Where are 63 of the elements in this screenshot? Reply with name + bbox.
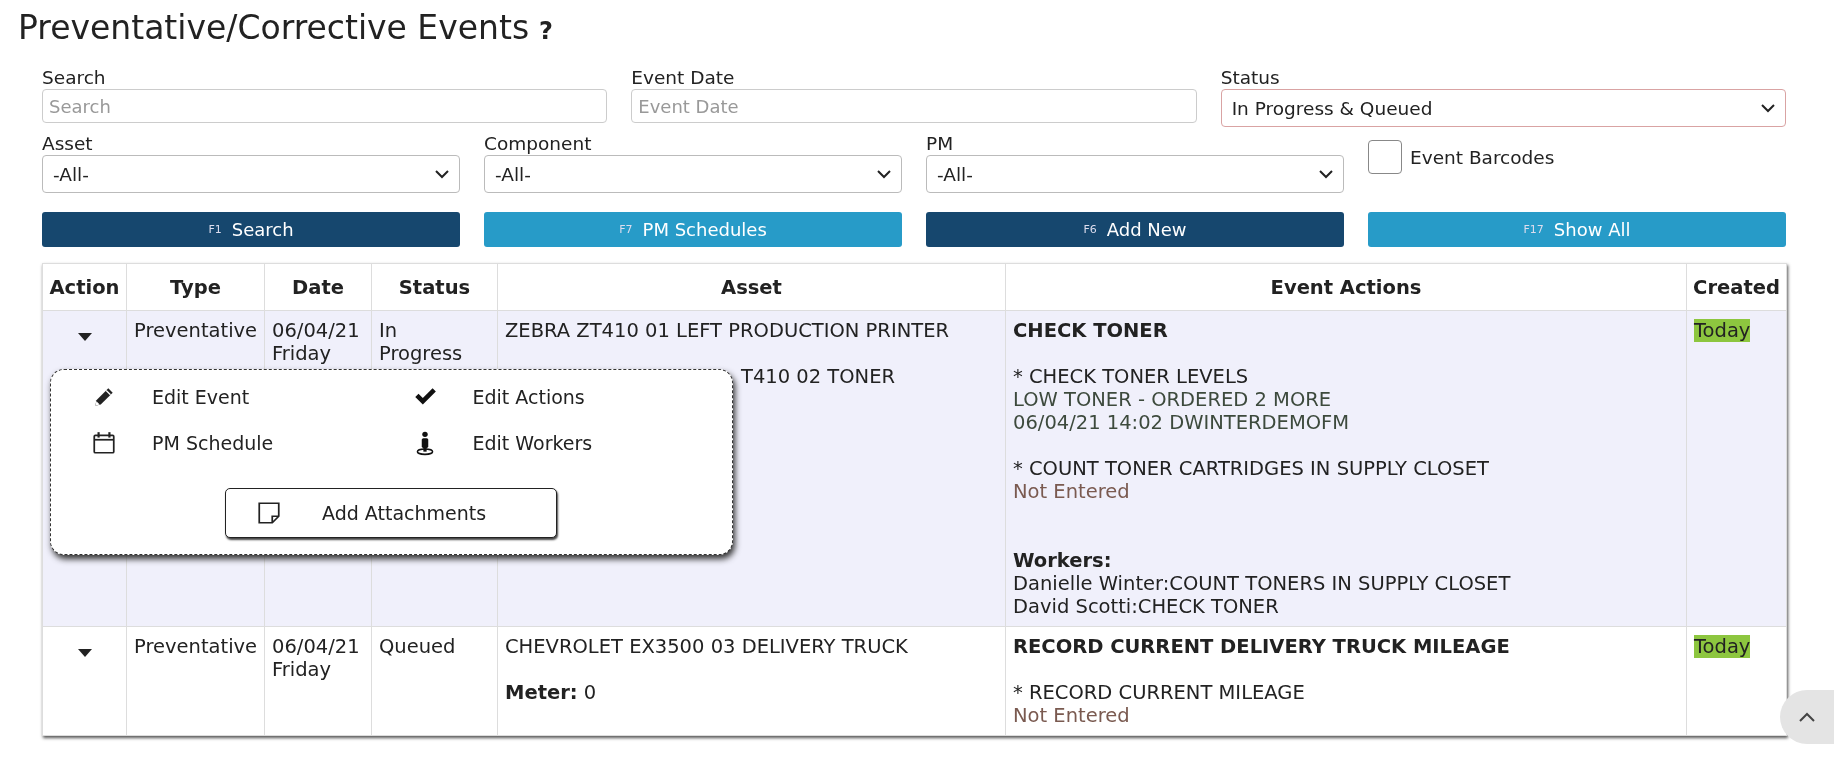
caret-icon[interactable]: [77, 333, 92, 341]
search-field[interactable]: Search: [42, 89, 608, 123]
table-cell-text: T410 02 TONER: [740, 365, 897, 388]
note-icon: [256, 500, 282, 526]
table-cell: Preventative: [134, 635, 257, 658]
event-title: CHECK TONER: [1013, 319, 1169, 342]
checkbox-label: Event Barcodes: [1410, 146, 1555, 168]
help-icon[interactable]: ?: [539, 17, 554, 45]
field-label: Asset: [42, 132, 93, 155]
scroll-top-button[interactable]: [1780, 690, 1834, 744]
field-label: Search: [42, 66, 106, 89]
column-header: Status: [371, 263, 498, 311]
chevron-up-icon: [1799, 712, 1815, 722]
chevron-down-icon: [1761, 103, 1775, 113]
workers-label: Workers:: [1013, 549, 1113, 572]
worker-entry: David Scotti:CHECK TONER: [1013, 595, 1280, 618]
event-title: RECORD CURRENT DELIVERY TRUCK MILEAGE: [1013, 635, 1511, 658]
table-cell-text: ZEBRA ZT410 01 LEFT PRODUCTION PRINTER: [505, 319, 950, 342]
attachments-button[interactable]: Add Attachments: [225, 488, 557, 538]
column-header: Asset: [497, 263, 1006, 311]
column-header: Action: [42, 263, 127, 311]
table-cell-text: 06/04/21: [272, 635, 361, 658]
dropdown[interactable]: -All-: [42, 155, 460, 193]
field-label: Component: [484, 132, 592, 155]
field-label: Event Date: [631, 66, 735, 89]
action-note: LOW TONER - ORDERED 2 MORE: [1013, 388, 1333, 411]
checkbox[interactable]: [1368, 140, 1402, 174]
action-name: * RECORD CURRENT MILEAGE: [1013, 681, 1306, 704]
action-note: 06/04/21 14:02 DWINTERDEMOFM: [1013, 411, 1351, 434]
date-badge: Today: [1694, 635, 1751, 658]
calendar-icon: [91, 430, 117, 456]
action-name: * COUNT TONER CARTRIDGES IN SUPPLY CLOSET: [1013, 457, 1490, 480]
toolbar-button[interactable]: F6 Add New: [926, 212, 1344, 247]
date-field[interactable]: Event Date: [631, 89, 1197, 123]
table-cell-text: Meter: 0: [505, 681, 598, 704]
table-cell-text: In Progress: [379, 319, 464, 365]
action-note: Not Entered: [1013, 704, 1131, 727]
column-header: Date: [264, 263, 372, 311]
column-header: Event Actions: [1005, 263, 1687, 311]
worker-entry: Danielle Winter:COUNT TONERS IN SUPPLY CLOSET: [1013, 572, 1512, 595]
table-cell-text: Queued: [379, 635, 457, 658]
dropdown[interactable]: -All-: [484, 155, 902, 193]
page-title: Preventative/Corrective Events: [18, 8, 530, 47]
column-header: Type: [126, 263, 265, 311]
dropdown[interactable]: -All-: [926, 155, 1344, 193]
chevron-down-icon: [877, 169, 891, 179]
table-cell-text: Friday: [272, 342, 333, 365]
field-label: Status: [1220, 66, 1280, 89]
chevron-down-icon: [1319, 169, 1333, 179]
table-cell-text: CHEVROLET EX3500 03 DELIVERY TRUCK: [505, 635, 909, 658]
column-header: Created: [1686, 263, 1787, 311]
menu-item[interactable]: PM Schedule: [91, 430, 274, 456]
action-name: * CHECK TONER LEVELS: [1013, 365, 1250, 388]
field-label: PM: [926, 132, 954, 155]
table-cell-text: 06/04/21: [272, 319, 361, 342]
table-cell-text: Friday: [272, 658, 333, 681]
table-cell: Preventative: [134, 319, 257, 342]
dropdown[interactable]: In Progress & Queued: [1220, 89, 1786, 127]
date-badge: Today: [1694, 319, 1751, 342]
caret-icon[interactable]: [77, 649, 92, 657]
toolbar-button[interactable]: F1 Search: [42, 212, 460, 247]
action-note: Not Entered: [1013, 480, 1131, 503]
chevron-down-icon: [435, 169, 449, 179]
